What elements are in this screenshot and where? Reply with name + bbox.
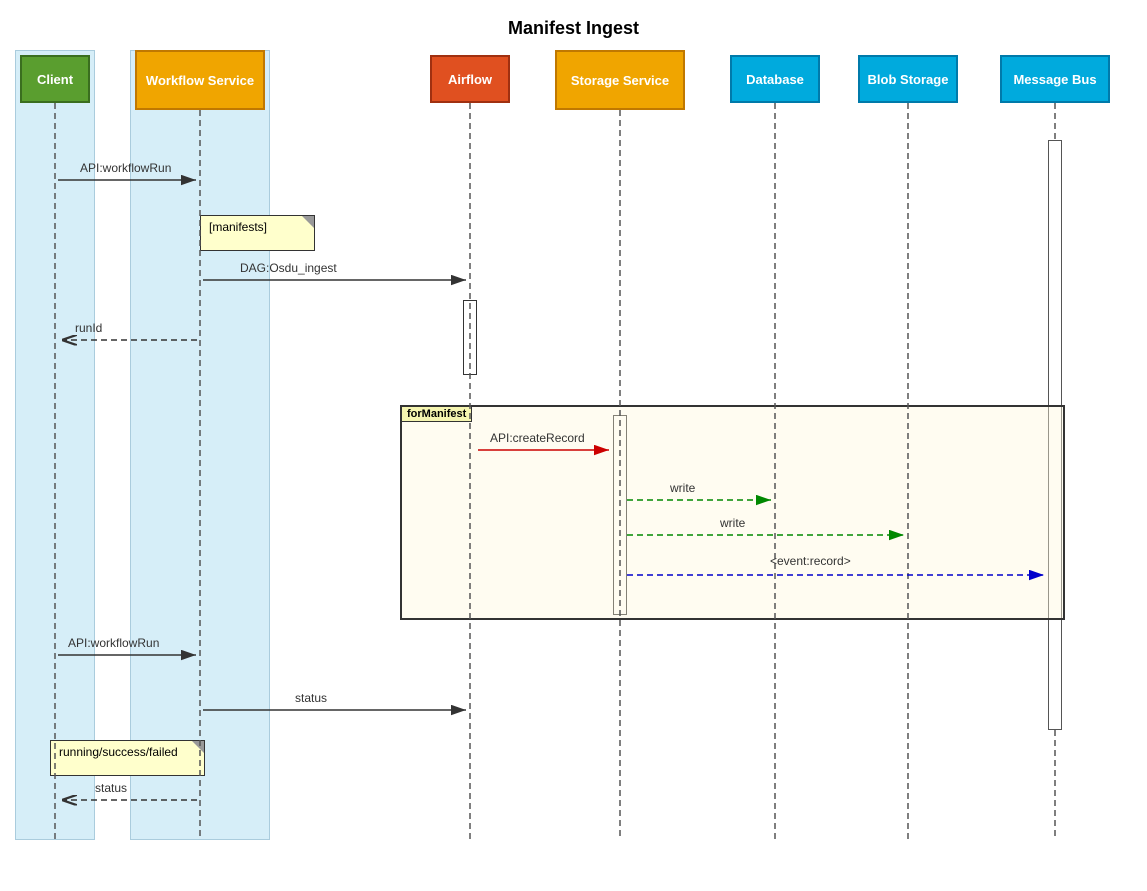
actor-airflow: Airflow (430, 55, 510, 103)
actor-messagebus: Message Bus (1000, 55, 1110, 103)
note-manifests: [manifests] (200, 215, 315, 251)
loop-forManifest: forManifest (400, 405, 1065, 620)
workflow-panel (130, 50, 270, 840)
actor-storage: Storage Service (555, 50, 685, 110)
diagram-title: Manifest Ingest (0, 8, 1147, 39)
actor-database: Database (730, 55, 820, 103)
svg-text:status: status (295, 691, 327, 705)
actor-workflow: Workflow Service (135, 50, 265, 110)
actor-blob: Blob Storage (858, 55, 958, 103)
note-status: running/success/failed (50, 740, 205, 776)
client-panel (15, 50, 95, 840)
actor-client: Client (20, 55, 90, 103)
svg-text:status: status (95, 781, 127, 795)
activation-airflow (463, 300, 477, 375)
loop-label: forManifest (401, 406, 472, 422)
sequence-diagram: Manifest Ingest Client Workflow Service … (0, 0, 1147, 891)
